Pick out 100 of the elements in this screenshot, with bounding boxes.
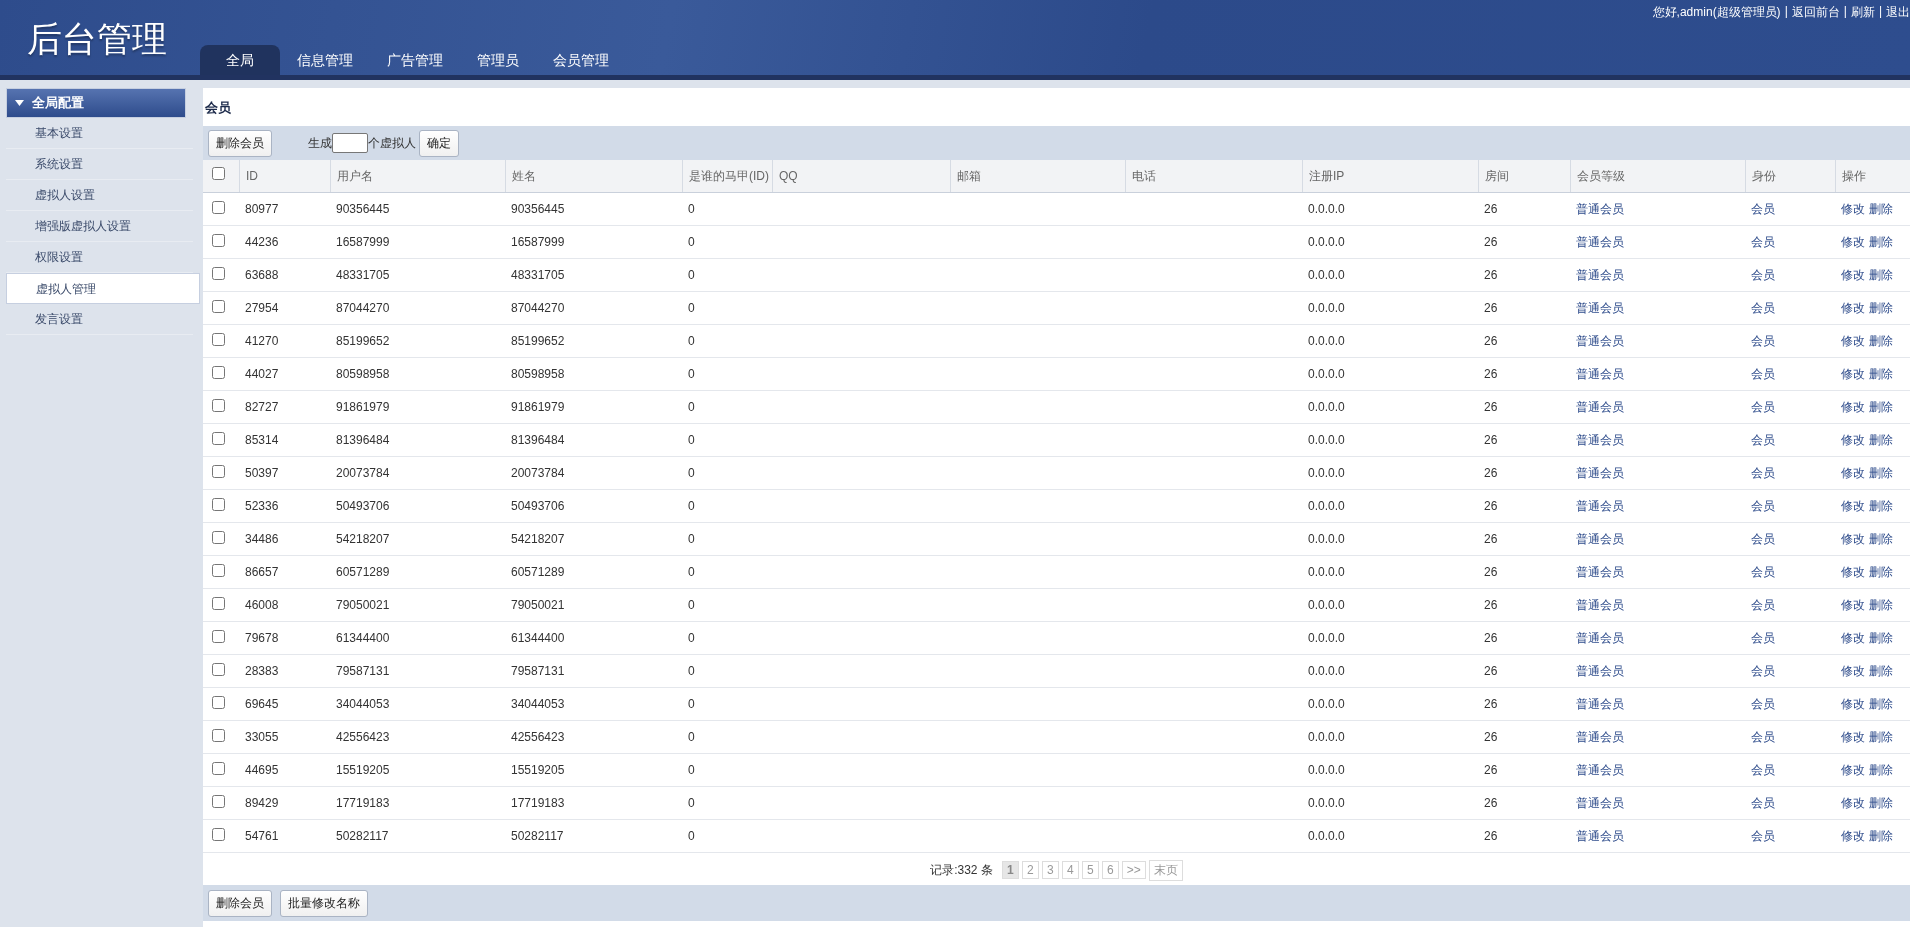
header-link[interactable]: 返回前台 bbox=[1791, 4, 1840, 21]
row-checkbox[interactable] bbox=[212, 531, 225, 544]
level-link[interactable]: 普通会员 bbox=[1576, 531, 1624, 546]
delete-link[interactable]: 删除 bbox=[1869, 497, 1893, 515]
level-link[interactable]: 普通会员 bbox=[1576, 333, 1624, 348]
role-link[interactable]: 会员 bbox=[1751, 234, 1775, 249]
level-link[interactable]: 普通会员 bbox=[1576, 663, 1624, 678]
level-link[interactable]: 普通会员 bbox=[1576, 300, 1624, 315]
delete-link[interactable]: 删除 bbox=[1869, 200, 1893, 218]
delete-link[interactable]: 删除 bbox=[1869, 332, 1893, 350]
row-checkbox[interactable] bbox=[212, 465, 225, 478]
edit-link[interactable]: 修改 bbox=[1841, 530, 1865, 548]
nav-tab[interactable]: 广告管理 bbox=[370, 45, 460, 75]
role-link[interactable]: 会员 bbox=[1751, 333, 1775, 348]
row-checkbox[interactable] bbox=[212, 597, 225, 610]
row-checkbox[interactable] bbox=[212, 234, 225, 247]
sidebar-item[interactable]: 增强版虚拟人设置 bbox=[6, 211, 193, 242]
delete-link[interactable]: 删除 bbox=[1869, 728, 1893, 746]
row-checkbox[interactable] bbox=[212, 333, 225, 346]
edit-link[interactable]: 修改 bbox=[1841, 233, 1865, 251]
edit-link[interactable]: 修改 bbox=[1841, 332, 1865, 350]
header-link[interactable]: 退出 bbox=[1886, 4, 1910, 21]
level-link[interactable]: 普通会员 bbox=[1576, 696, 1624, 711]
delete-members-button[interactable]: 删除会员 bbox=[208, 129, 272, 157]
delete-link[interactable]: 删除 bbox=[1869, 464, 1893, 482]
delete-link[interactable]: 删除 bbox=[1869, 431, 1893, 449]
role-link[interactable]: 会员 bbox=[1751, 828, 1775, 843]
level-link[interactable]: 普通会员 bbox=[1576, 366, 1624, 381]
role-link[interactable]: 会员 bbox=[1751, 399, 1775, 414]
edit-link[interactable]: 修改 bbox=[1841, 563, 1865, 581]
confirm-button[interactable]: 确定 bbox=[419, 129, 459, 157]
level-link[interactable]: 普通会员 bbox=[1576, 432, 1624, 447]
delete-link[interactable]: 删除 bbox=[1869, 563, 1893, 581]
delete-link[interactable]: 删除 bbox=[1869, 266, 1893, 284]
delete-link[interactable]: 删除 bbox=[1869, 695, 1893, 713]
delete-link[interactable]: 删除 bbox=[1869, 662, 1893, 680]
delete-link[interactable]: 删除 bbox=[1869, 596, 1893, 614]
row-checkbox[interactable] bbox=[212, 828, 225, 841]
level-link[interactable]: 普通会员 bbox=[1576, 399, 1624, 414]
sidebar-item[interactable]: 发言设置 bbox=[6, 304, 193, 335]
edit-link[interactable]: 修改 bbox=[1841, 728, 1865, 746]
role-link[interactable]: 会员 bbox=[1751, 432, 1775, 447]
level-link[interactable]: 普通会员 bbox=[1576, 828, 1624, 843]
role-link[interactable]: 会员 bbox=[1751, 267, 1775, 282]
nav-tab[interactable]: 会员管理 bbox=[536, 45, 626, 75]
row-checkbox[interactable] bbox=[212, 795, 225, 808]
edit-link[interactable]: 修改 bbox=[1841, 266, 1865, 284]
edit-link[interactable]: 修改 bbox=[1841, 794, 1865, 812]
sidebar-item[interactable]: 虚拟人管理 bbox=[6, 273, 200, 304]
edit-link[interactable]: 修改 bbox=[1841, 827, 1865, 845]
row-checkbox[interactable] bbox=[212, 201, 225, 214]
role-link[interactable]: 会员 bbox=[1751, 630, 1775, 645]
role-link[interactable]: 会员 bbox=[1751, 465, 1775, 480]
delete-link[interactable]: 删除 bbox=[1869, 365, 1893, 383]
role-link[interactable]: 会员 bbox=[1751, 597, 1775, 612]
row-checkbox[interactable] bbox=[212, 630, 225, 643]
edit-link[interactable]: 修改 bbox=[1841, 695, 1865, 713]
row-checkbox[interactable] bbox=[212, 696, 225, 709]
delete-link[interactable]: 删除 bbox=[1869, 629, 1893, 647]
role-link[interactable]: 会员 bbox=[1751, 201, 1775, 216]
row-checkbox[interactable] bbox=[212, 663, 225, 676]
edit-link[interactable]: 修改 bbox=[1841, 497, 1865, 515]
row-checkbox[interactable] bbox=[212, 432, 225, 445]
edit-link[interactable]: 修改 bbox=[1841, 200, 1865, 218]
row-checkbox[interactable] bbox=[212, 399, 225, 412]
edit-link[interactable]: 修改 bbox=[1841, 464, 1865, 482]
level-link[interactable]: 普通会员 bbox=[1576, 795, 1624, 810]
delete-members-button[interactable]: 删除会员 bbox=[208, 889, 272, 917]
role-link[interactable]: 会员 bbox=[1751, 366, 1775, 381]
level-link[interactable]: 普通会员 bbox=[1576, 201, 1624, 216]
row-checkbox[interactable] bbox=[212, 498, 225, 511]
level-link[interactable]: 普通会员 bbox=[1576, 762, 1624, 777]
role-link[interactable]: 会员 bbox=[1751, 795, 1775, 810]
sidebar-item[interactable]: 系统设置 bbox=[6, 149, 193, 180]
delete-link[interactable]: 删除 bbox=[1869, 530, 1893, 548]
edit-link[interactable]: 修改 bbox=[1841, 761, 1865, 779]
delete-link[interactable]: 删除 bbox=[1869, 761, 1893, 779]
header-link[interactable]: 刷新 bbox=[1850, 4, 1875, 21]
row-checkbox[interactable] bbox=[212, 564, 225, 577]
nav-tab[interactable]: 管理员 bbox=[460, 45, 536, 75]
edit-link[interactable]: 修改 bbox=[1841, 299, 1865, 317]
row-checkbox[interactable] bbox=[212, 762, 225, 775]
level-link[interactable]: 普通会员 bbox=[1576, 465, 1624, 480]
sidebar-item[interactable]: 基本设置 bbox=[6, 118, 193, 149]
edit-link[interactable]: 修改 bbox=[1841, 596, 1865, 614]
role-link[interactable]: 会员 bbox=[1751, 663, 1775, 678]
edit-link[interactable]: 修改 bbox=[1841, 365, 1865, 383]
section-header[interactable]: 全局配置 bbox=[6, 88, 186, 118]
sidebar-item[interactable]: 虚拟人设置 bbox=[6, 180, 193, 211]
level-link[interactable]: 普通会员 bbox=[1576, 729, 1624, 744]
select-all-checkbox[interactable] bbox=[212, 167, 225, 180]
level-link[interactable]: 普通会员 bbox=[1576, 498, 1624, 513]
row-checkbox[interactable] bbox=[212, 267, 225, 280]
level-link[interactable]: 普通会员 bbox=[1576, 564, 1624, 579]
delete-link[interactable]: 删除 bbox=[1869, 827, 1893, 845]
edit-link[interactable]: 修改 bbox=[1841, 629, 1865, 647]
nav-tab[interactable]: 全局 bbox=[200, 45, 280, 75]
role-link[interactable]: 会员 bbox=[1751, 696, 1775, 711]
role-link[interactable]: 会员 bbox=[1751, 729, 1775, 744]
edit-link[interactable]: 修改 bbox=[1841, 398, 1865, 416]
